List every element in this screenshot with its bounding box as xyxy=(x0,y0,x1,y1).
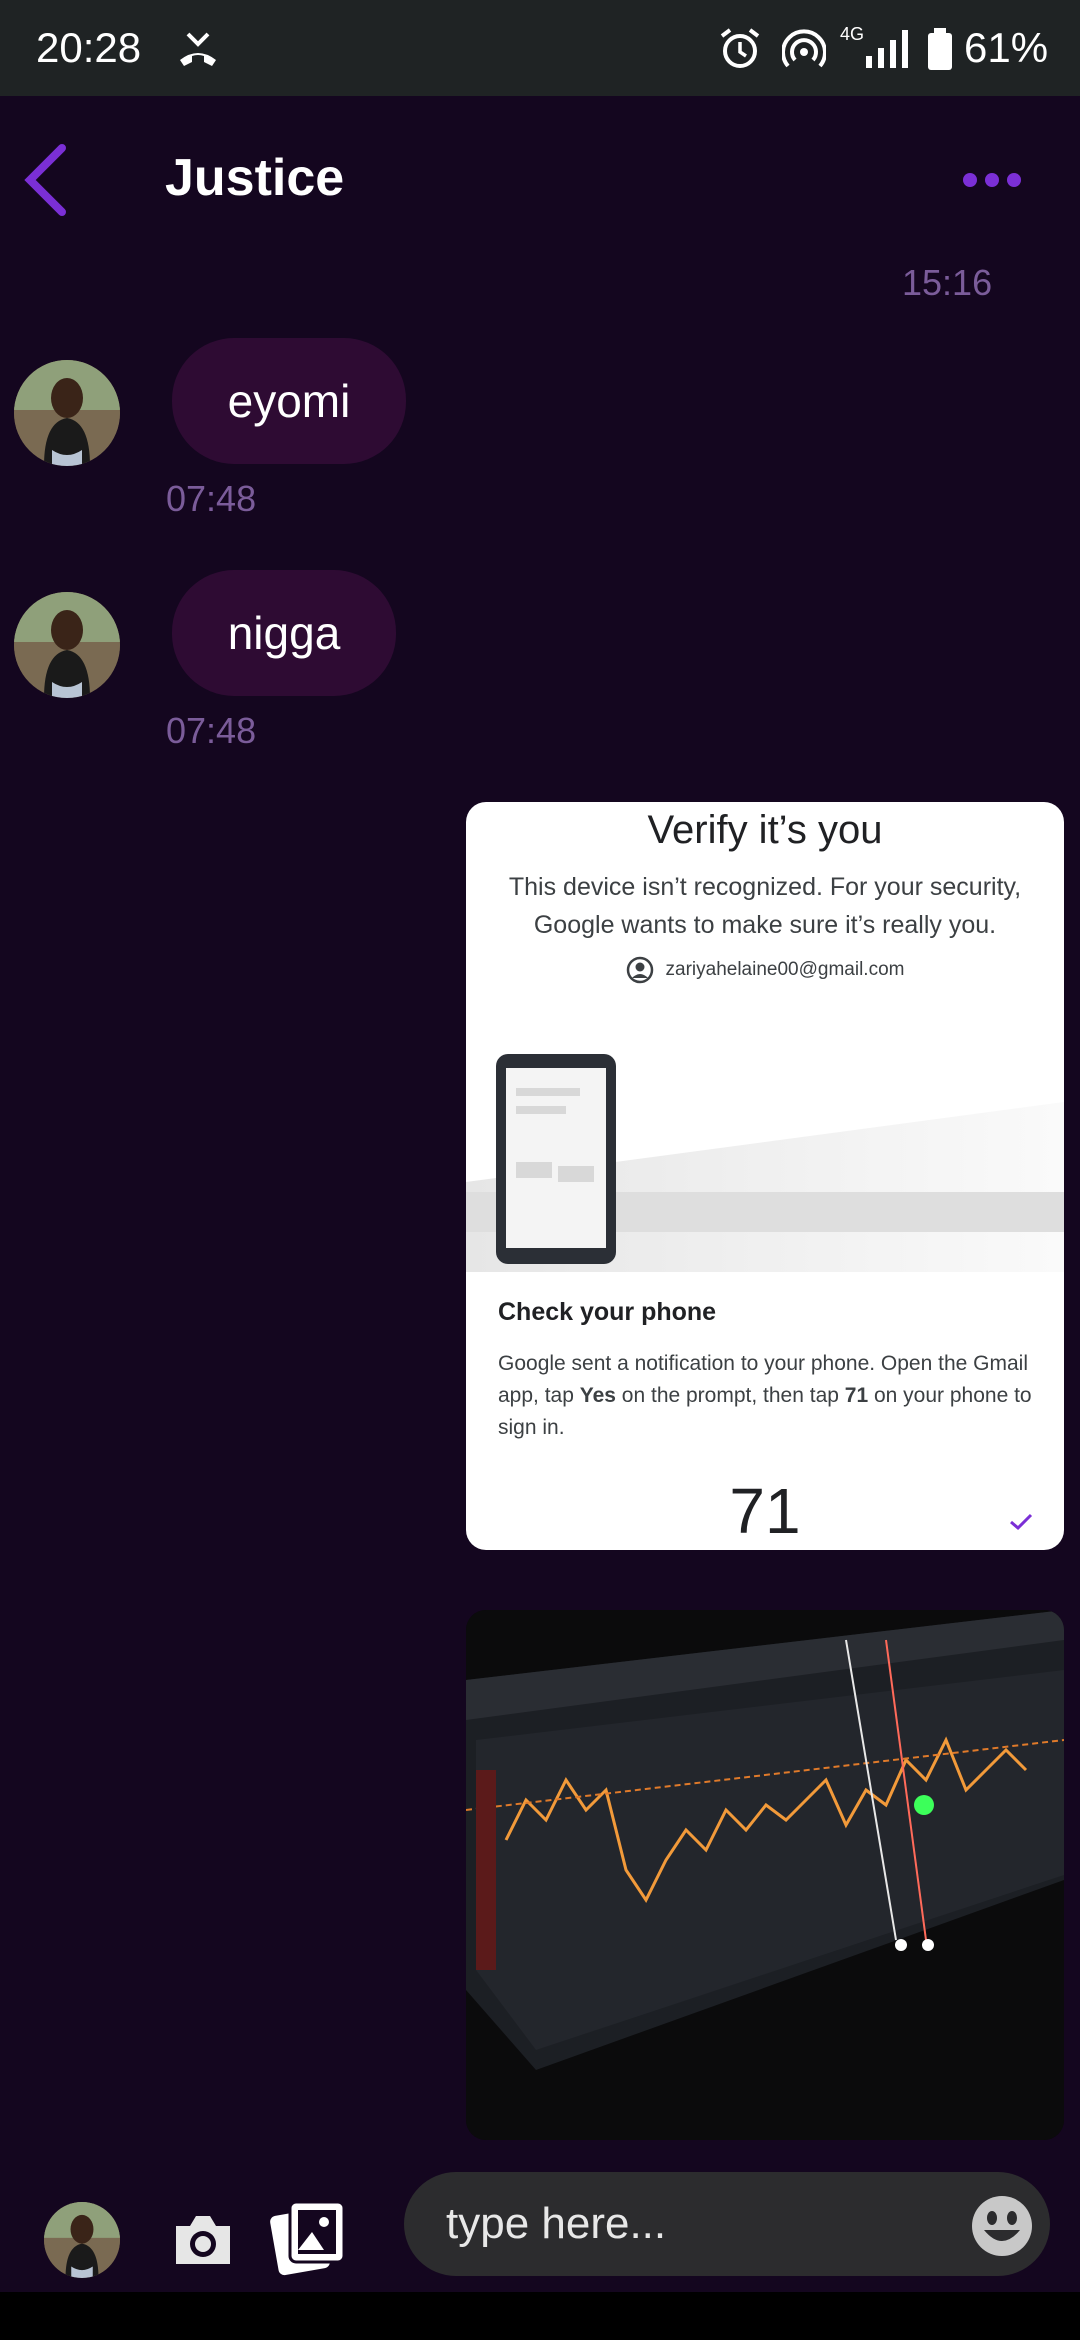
chat-title[interactable]: Justice xyxy=(165,148,344,208)
emoji-icon[interactable] xyxy=(970,2194,1034,2258)
avatar-photo xyxy=(14,360,120,466)
battery-percent: 61% xyxy=(964,24,1049,71)
message-text: nigga xyxy=(227,607,341,659)
message-bubble[interactable]: eyomi xyxy=(172,338,406,464)
sent-check-icon xyxy=(1010,1513,1033,1531)
status-bar: 20:28 4G 61% xyxy=(0,0,1080,96)
more-dots-icon[interactable] xyxy=(960,168,1024,192)
image-message-photo[interactable] xyxy=(466,1610,1064,2140)
alarm-icon xyxy=(720,28,760,68)
verify-description: This device isn’t recognized. For your s… xyxy=(508,873,1022,939)
account-row: zariyahelaine00@gmail.com xyxy=(466,956,1064,984)
chat-header: Justice xyxy=(0,96,1080,266)
system-nav-bar xyxy=(0,2292,1080,2340)
network-type: 4G xyxy=(840,24,865,44)
phone-illustration xyxy=(466,1054,1064,1272)
signal-icon xyxy=(866,30,908,68)
avatar[interactable] xyxy=(14,360,120,466)
message-input-box[interactable] xyxy=(404,2172,1050,2276)
composer-bar xyxy=(0,2160,1080,2290)
trading-screen-photo xyxy=(466,1610,1064,2140)
image-message-verify[interactable]: Verify it’s you This device isn’t recogn… xyxy=(466,802,1064,1550)
chevron-left-icon[interactable] xyxy=(18,140,78,220)
avatar-photo xyxy=(14,592,120,698)
camera-icon[interactable] xyxy=(170,2210,236,2270)
message-input[interactable] xyxy=(444,2198,948,2250)
avatar-photo xyxy=(44,2202,120,2278)
check-phone-title: Check your phone xyxy=(498,1298,717,1326)
message-timestamp: 15:16 xyxy=(902,262,993,303)
hotspot-icon xyxy=(782,29,826,68)
verify-title: Verify it’s you xyxy=(647,808,883,852)
missed-call-icon xyxy=(180,32,216,66)
user-avatar[interactable] xyxy=(44,2202,120,2278)
message-time: 07:48 xyxy=(166,478,257,519)
message-time: 07:48 xyxy=(166,710,257,751)
gallery-icon[interactable] xyxy=(268,2198,348,2278)
message-text: eyomi xyxy=(227,375,351,427)
message-bubble[interactable]: nigga xyxy=(172,570,396,696)
verify-number: 71 xyxy=(729,1475,801,1547)
battery-icon xyxy=(928,28,952,70)
account-email: zariyahelaine00@gmail.com xyxy=(665,959,905,980)
check-phone-description: Google sent a notification to your phone… xyxy=(498,1352,1032,1439)
status-time: 20:28 xyxy=(36,24,142,71)
account-circle-icon xyxy=(626,956,653,984)
avatar[interactable] xyxy=(14,592,120,698)
